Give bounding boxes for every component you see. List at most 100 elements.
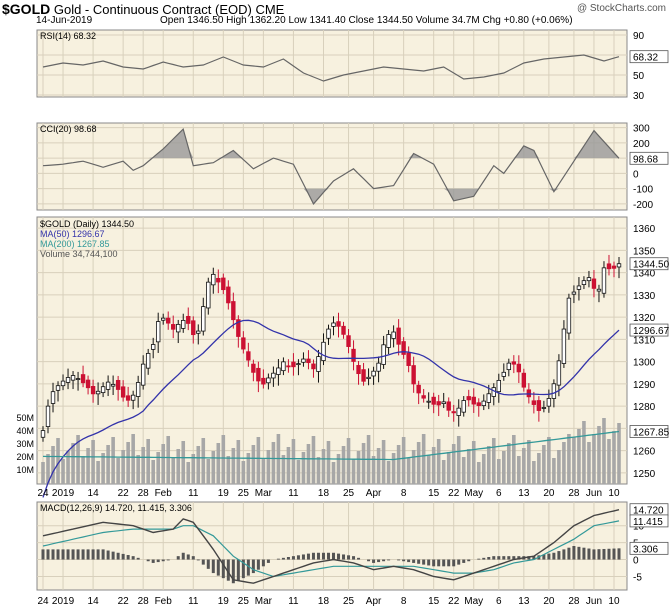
candle-body (70, 375, 76, 381)
macd-histogram-bar (562, 549, 566, 560)
y-tick-label: 1330 (633, 291, 656, 302)
volume-bar (256, 437, 261, 484)
macd-histogram-bar (301, 554, 305, 560)
candle-body (461, 400, 466, 413)
candle-body (566, 297, 572, 334)
candle-body (336, 321, 341, 327)
candle-body (421, 395, 426, 399)
volume-bar (106, 445, 110, 484)
y-tick-label: 30 (633, 91, 645, 102)
x-tick-label: 2019 (52, 488, 75, 499)
candle-body (155, 321, 161, 343)
macd-histogram-bar (111, 551, 115, 560)
volume-bar (176, 449, 181, 484)
candle-body (125, 395, 131, 401)
candle-body (436, 401, 441, 406)
candle-body (176, 323, 181, 333)
price-legend-item: MA(50) 1296.67 (40, 229, 105, 239)
volume-bar (466, 449, 471, 484)
macd-histogram-bar (382, 559, 386, 562)
volume-bar (126, 442, 130, 484)
x-tick-label: 28 (568, 488, 580, 499)
candle-body (226, 286, 231, 304)
volume-bar (251, 445, 256, 484)
volume-bar (111, 437, 115, 484)
macd-histogram-bar (291, 556, 295, 560)
candle-body (196, 330, 201, 334)
macd-histogram-bar (602, 548, 606, 560)
macd-histogram-bar (397, 559, 401, 561)
volume-bar (131, 434, 135, 484)
macd-histogram-bar (387, 559, 391, 561)
candle-body (386, 334, 391, 348)
candle-body (341, 325, 346, 335)
volume-bar (542, 445, 546, 484)
macd-histogram-bar (101, 549, 105, 560)
macd-histogram-bar (452, 559, 456, 567)
x-tick-label: Apr (366, 488, 382, 499)
macd-histogram-bar (487, 557, 491, 560)
volume-bar (557, 450, 561, 484)
macd-histogram-bar (46, 549, 50, 560)
macd-histogram-bar (71, 549, 75, 560)
y-tick-label: 0 (633, 169, 639, 180)
volume-tick-label: 20M (16, 452, 34, 462)
macd-histogram-bar (437, 559, 441, 567)
volume-bar (171, 457, 176, 484)
candle-body (466, 396, 471, 401)
macd-histogram-bar (311, 552, 315, 560)
volume-bar (486, 446, 491, 484)
candle-body (115, 379, 121, 390)
candle-body (531, 400, 537, 405)
macd-histogram-bar (216, 559, 220, 576)
volume-bar (451, 444, 456, 484)
candle-body (140, 363, 146, 386)
candle-body (105, 381, 111, 390)
candle-body (331, 322, 336, 327)
candle-body (401, 341, 406, 355)
x-tick-label: 19 (218, 488, 230, 499)
volume-bar (331, 462, 336, 484)
volume-bar (416, 442, 421, 484)
candle-body (130, 394, 136, 401)
candle-body (506, 362, 512, 371)
x-tick-label: 28 (568, 596, 580, 607)
volume-bar (191, 454, 196, 484)
x-tick-label: May (464, 488, 483, 499)
price-legend-item: $GOLD (Daily) 1344.50 (40, 219, 134, 229)
macd-histogram-bar (377, 559, 381, 563)
macd-histogram-bar (347, 555, 351, 560)
volume-bar (181, 441, 186, 484)
candle-body (561, 328, 567, 364)
volume-bar (446, 452, 451, 484)
macd-histogram-bar (587, 548, 591, 560)
x-tick-label: 18 (318, 488, 330, 499)
y-tick-label: 1250 (633, 469, 656, 480)
volume-bar (316, 457, 321, 484)
y-tick-label: 90 (633, 31, 645, 42)
candle-body (60, 380, 66, 387)
x-tick-label: 18 (318, 596, 330, 607)
volume-tick-label: 30M (16, 439, 34, 449)
volume-bar (471, 441, 476, 484)
volume-bar (512, 435, 516, 484)
volume-bar (161, 444, 166, 484)
candle-body (391, 331, 396, 339)
macd-histogram-bar (447, 559, 451, 567)
x-tick-label: 11 (288, 488, 299, 499)
macd-histogram-bar (417, 559, 421, 564)
macd-histogram-bar (86, 549, 90, 560)
volume-bar (507, 443, 511, 484)
x-tick-label: 14 (88, 596, 100, 607)
candle-body (481, 400, 486, 407)
volume-bar (396, 445, 401, 484)
macd-histogram-bar (612, 548, 616, 560)
macd-histogram-bar (467, 559, 471, 562)
x-tick-label: 8 (401, 488, 407, 499)
candle-body (266, 377, 271, 384)
macd-histogram-bar (116, 552, 120, 560)
volume-bar (496, 459, 501, 484)
candle-body (65, 377, 71, 383)
macd-histogram-bar (507, 556, 511, 560)
macd-histogram-bar (196, 559, 200, 561)
